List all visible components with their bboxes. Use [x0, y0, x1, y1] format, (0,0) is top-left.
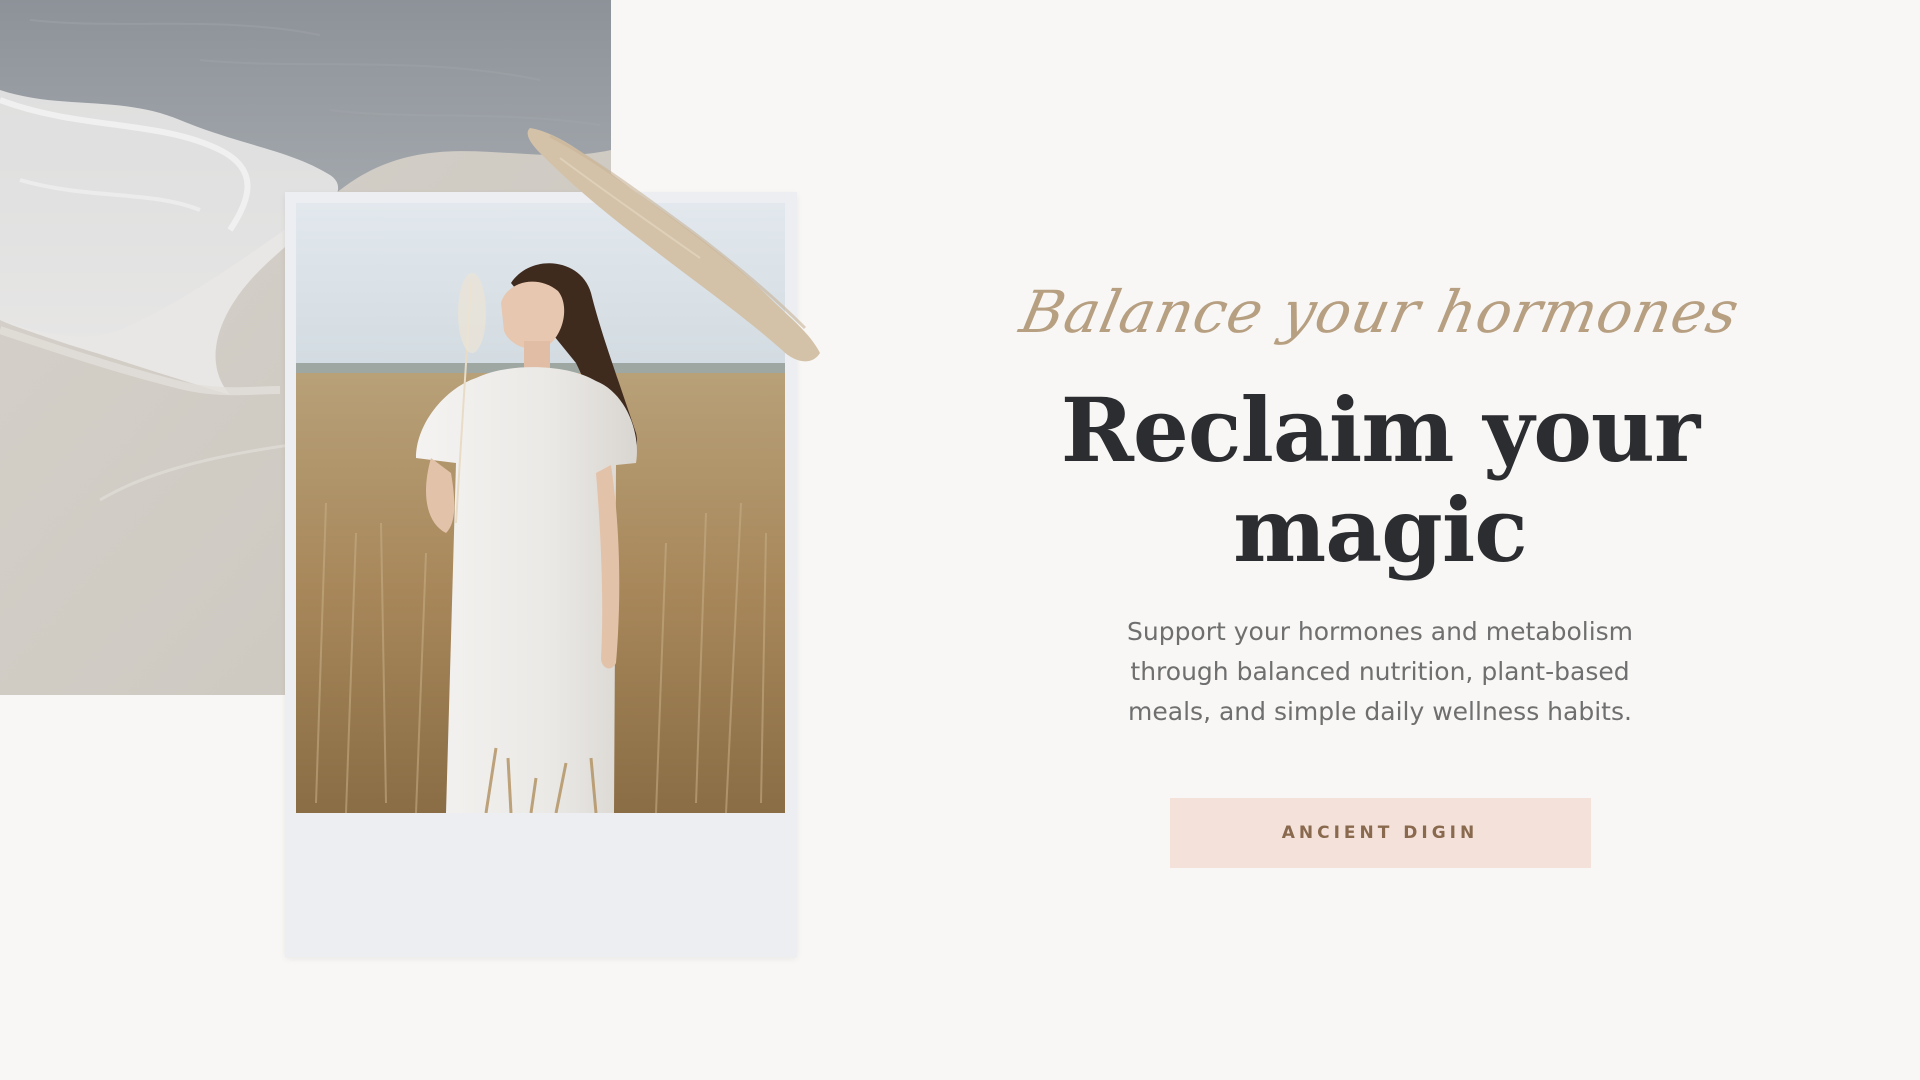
script-subtitle: Balance your hormones — [1014, 278, 1746, 346]
page-headline: Reclaim your magic — [1060, 378, 1701, 582]
polaroid-frame — [285, 192, 797, 957]
woman-wheat-field-photo — [296, 203, 785, 813]
hero-content: Balance your hormones Reclaim your magic… — [940, 260, 1820, 868]
hero-description: Support your hormones and metabolism thr… — [1126, 617, 1634, 726]
hero-section: Balance your hormones Reclaim your magic… — [0, 0, 1920, 1080]
cta-button[interactable]: ANCIENT DIGIN — [1169, 798, 1591, 868]
